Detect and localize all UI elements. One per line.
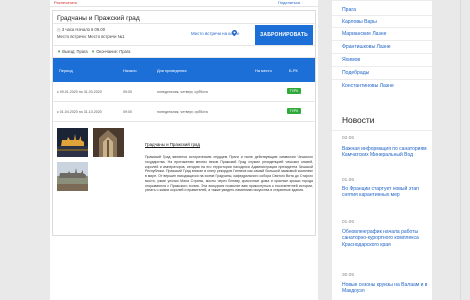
sidebar-link-marianske-lazne[interactable]: Марианские Лазне <box>342 31 386 37</box>
top-strip: Распечатать Поделиться <box>50 0 318 7</box>
photo-cathedral-interior[interactable] <box>93 128 124 157</box>
sidebar: Прага Карловы Вары Марианские Лазне Фран… <box>332 0 432 300</box>
table-row[interactable]: с 01.04.2020 по 31.10.2020 09:00 понедел… <box>53 102 315 122</box>
col-status: Б-РК <box>289 68 298 73</box>
page-divider <box>460 0 461 300</box>
col-days: Дни проведения <box>157 68 187 73</box>
row-start: 09:00 <box>123 110 132 114</box>
excursion-title: Градчаны и Пражский град <box>53 11 315 24</box>
news-item-title[interactable]: Важная информация по санаториям Камчатск… <box>342 146 430 159</box>
map-pin-icon[interactable] <box>232 30 237 36</box>
row-days: понедельник, четверг, суббота <box>157 90 208 94</box>
schedule-table-header: Период Начало Дни проведения На место Б-… <box>53 58 315 82</box>
main-content: Распечатать Поделиться Градчаны и Пражск… <box>50 0 318 300</box>
description-title[interactable]: Градчаны и Пражский град <box>145 142 200 147</box>
col-places: На место <box>255 68 272 73</box>
news-date: 01.06 <box>342 178 355 183</box>
status-badge[interactable]: ТУРК <box>287 108 301 114</box>
news-item-title[interactable]: Во Франции стартует новый этап снятия ка… <box>342 186 430 199</box>
row-days: понедельник, четверг, суббота <box>157 110 208 114</box>
col-period: Период <box>59 68 73 73</box>
page: Распечатать Поделиться Градчаны и Пражск… <box>0 0 470 300</box>
description-text: Пражский Град является историческим серд… <box>145 155 313 193</box>
excursion-card: Градчаны и Пражский град ◷ 3 часа Начало… <box>52 10 316 236</box>
news-date: 30.05 <box>342 273 355 278</box>
photo-night-castle[interactable] <box>57 128 88 157</box>
row-start: 09:00 <box>123 90 132 94</box>
news-date: 02.06 <box>342 136 355 141</box>
row-period: с 09.01.2020 по 31.03.2020 <box>57 90 102 94</box>
sidebar-link-jachymov[interactable]: Яхимов <box>342 57 360 63</box>
table-row[interactable]: с 09.01.2020 по 31.03.2020 09:00 понедел… <box>53 82 315 102</box>
news-date: 01.06 <box>342 220 355 225</box>
sidebar-link-konstantinovy-lazne[interactable]: Константиновы Лазне <box>342 83 394 89</box>
book-button[interactable]: ЗАБРОНИРОВАТЬ <box>255 25 313 45</box>
route-filters: ▼ Выезд: Прага ▼ Окончание: Прага <box>53 46 315 58</box>
duration-start-time: ◷ 3 часа Начало в 09.00 <box>57 27 106 32</box>
row-period: с 01.04.2020 по 31.10.2020 <box>57 110 102 114</box>
departure-filter: ▼ Выезд: Прага <box>57 49 88 54</box>
status-badge[interactable]: ТУРК <box>287 88 301 94</box>
sidebar-link-podebrady[interactable]: Подебрады <box>342 70 369 76</box>
news-item-title[interactable]: Новые сезоны круизы на Валаам и в Макдоу… <box>342 282 430 295</box>
print-link[interactable]: Распечатать <box>54 0 77 6</box>
end-filter: ▼ Окончание: Прага <box>91 49 131 54</box>
excursion-info: ◷ 3 часа Начало в 09.00 Место встречи: М… <box>53 24 315 46</box>
news-item-title[interactable]: Обновленграфик начала работы санаторно-к… <box>342 229 430 248</box>
news-heading: Новости <box>342 115 375 125</box>
sidebar-link-karlovy-vary[interactable]: Карловы Вары <box>342 19 377 25</box>
share-link[interactable]: Поделиться <box>278 0 300 6</box>
photo-prague-panorama[interactable] <box>57 162 88 191</box>
meeting-place: Место встречи: Место встречи №1 <box>57 34 125 39</box>
col-start: Начало <box>123 68 137 73</box>
sidebar-link-prague[interactable]: Прага <box>342 7 356 13</box>
sidebar-link-frantiskovy-lazne[interactable]: Франтишковы Лазне <box>342 44 391 50</box>
